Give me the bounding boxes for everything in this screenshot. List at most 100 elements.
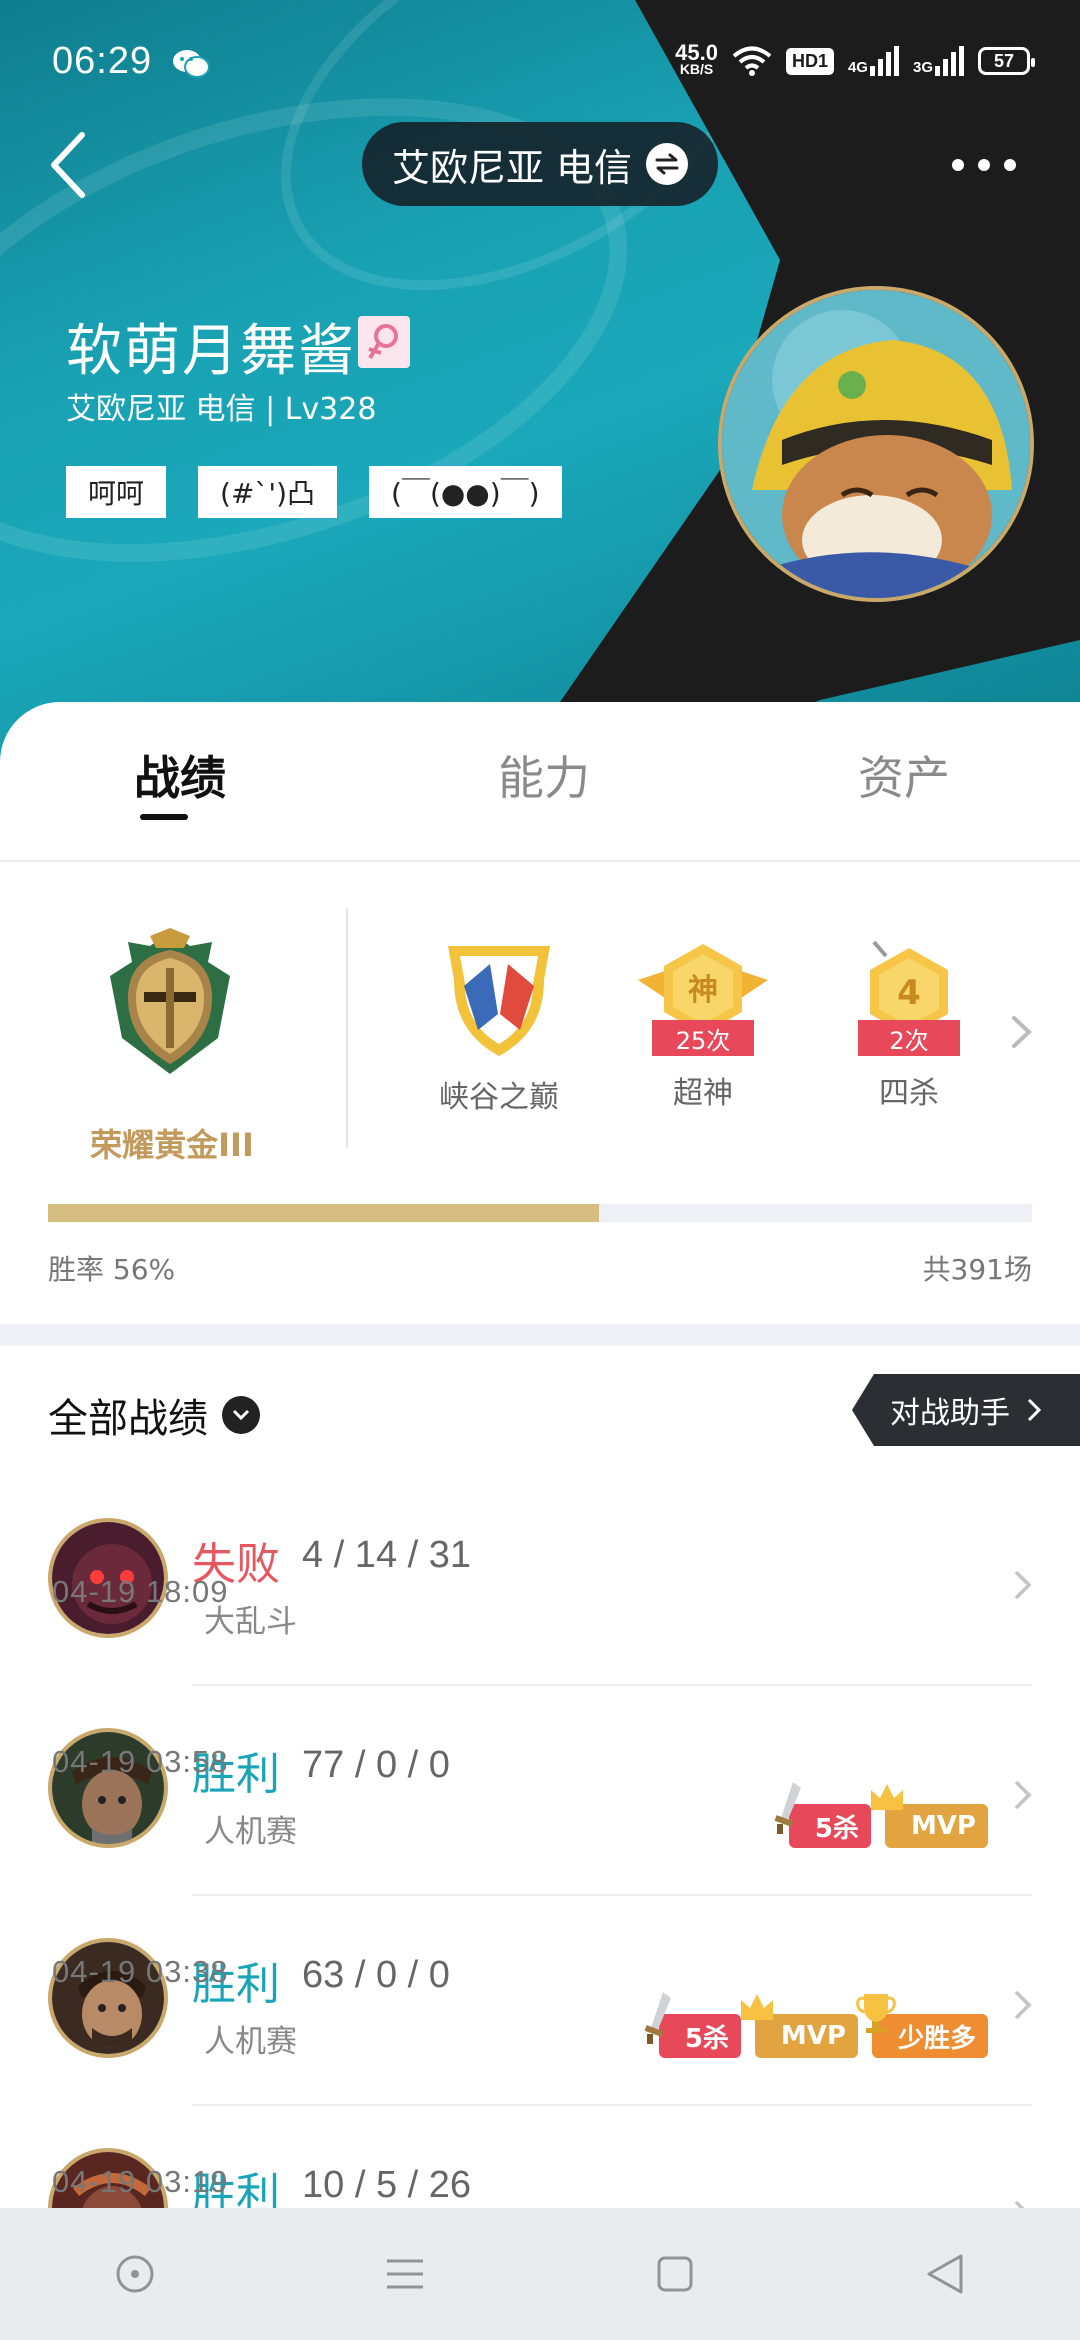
chevron-right-icon[interactable]: [1010, 1014, 1034, 1050]
badge-label: MVP: [910, 1811, 976, 1841]
signal-3g: 3G: [913, 46, 964, 76]
badge-label: 5杀: [814, 1813, 859, 1844]
status-bar: 06:29 45.0 KB/S HD1 4G 3G 57: [0, 0, 1080, 130]
rank-tier: 荣耀黄金III: [90, 1126, 254, 1164]
match-badges: 5杀 MVP: [774, 1782, 988, 1848]
battle-assistant-button[interactable]: 对战助手: [852, 1374, 1080, 1446]
back-nav-icon: [927, 2254, 963, 2294]
match-list-title: 全部战绩: [48, 1396, 208, 1442]
honor-name: 四杀: [879, 1076, 939, 1111]
nav-recent-button[interactable]: [635, 2234, 715, 2314]
profile-tag[interactable]: 呵呵: [66, 466, 167, 518]
status-time: 06:29: [52, 40, 153, 82]
more-icon: [978, 159, 990, 171]
recent-icon: [657, 2256, 693, 2292]
chevron-right-icon: [1027, 1398, 1042, 1422]
more-icon: [952, 159, 964, 171]
rank-section: 荣耀黄金III 峡谷之巅 神 25次 超神 4 2次 四杀 胜率 56% 共39…: [0, 864, 1080, 1324]
chevron-right-icon: [1014, 1990, 1032, 2020]
match-row[interactable]: 胜利 77 / 0 / 0 人机赛 04-19 03:58 5杀 MVP: [0, 1686, 1080, 1896]
honor-name: 峡谷之巅: [439, 1080, 559, 1115]
match-row[interactable]: 失败 4 / 14 / 31 大乱斗 04-19 18:09: [0, 1476, 1080, 1686]
profile-tag[interactable]: (#`')凸: [198, 466, 338, 518]
tab-ability[interactable]: 能力: [498, 742, 590, 808]
back-arrow-icon: [51, 132, 85, 198]
tab-indicator: [140, 814, 188, 820]
chevron-right-icon: [1014, 1780, 1032, 1810]
legendary-emblem-icon: 神 25次: [638, 940, 768, 1060]
match-mode: 人机赛: [204, 2024, 297, 2060]
nav-menu-button[interactable]: [365, 2234, 445, 2314]
match-kda: 4 / 14 / 31: [302, 1534, 472, 1576]
dropdown-icon: [222, 1396, 260, 1434]
username: 软萌月舞酱: [66, 319, 356, 384]
crown-icon: [870, 1784, 903, 1810]
tab-bar: 战绩 能力 资产: [0, 702, 1080, 862]
nav-home-button[interactable]: [95, 2234, 175, 2314]
honor-summit[interactable]: 峡谷之巅: [424, 940, 574, 1116]
match-list-header: 全部战绩 对战助手: [0, 1346, 1080, 1476]
match-filter-dropdown[interactable]: 全部战绩: [48, 1386, 260, 1444]
nav-back-button[interactable]: [905, 2234, 985, 2314]
back-button[interactable]: [38, 125, 98, 205]
net-speed-value: 45.0: [675, 40, 718, 65]
penta-kill-badge: 5杀: [644, 1992, 741, 2058]
penta-kill-badge: 5杀: [774, 1782, 871, 1848]
server-level: 艾欧尼亚 电信 | Lv328: [66, 392, 377, 427]
badge-label: 少胜多: [897, 2023, 976, 2054]
server-selector[interactable]: 艾欧尼亚 电信: [362, 122, 718, 206]
server-selector-label: 艾欧尼亚 电信: [391, 145, 633, 190]
wifi-icon: [732, 46, 772, 76]
match-time: 04-19 18:09: [52, 1574, 229, 1609]
crown-icon: [740, 1994, 773, 2020]
honor-legendary[interactable]: 神 25次 超神: [628, 940, 778, 1112]
net-speed: 45.0 KB/S: [675, 40, 718, 78]
quadra-emblem-icon: 4 2次: [844, 940, 974, 1060]
win-rate-label: 胜率 56%: [48, 1253, 176, 1286]
mvp-badge: MVP: [870, 1784, 988, 1848]
match-row[interactable]: 胜利 63 / 0 / 0 人机赛 04-19 03:38 5杀 MVP 少胜多: [0, 1896, 1080, 2106]
badge-label: 5杀: [684, 2023, 729, 2054]
match-badges: 5杀 MVP 少胜多: [644, 1992, 988, 2058]
battery-indicator: 57: [978, 47, 1035, 75]
sword-icon: [644, 1992, 671, 2044]
female-icon: [358, 316, 410, 368]
section-separator: [0, 1324, 1080, 1346]
honor-quadra[interactable]: 4 2次 四杀: [834, 940, 984, 1112]
win-rate-fill: [48, 1204, 600, 1222]
honor-count: 2次: [858, 1020, 960, 1056]
match-time: 04-19 03:58: [52, 1744, 229, 1779]
hd-indicator: HD1: [785, 47, 834, 75]
menu-icon: [387, 2259, 423, 2289]
swap-icon: [646, 143, 689, 185]
profile-tag[interactable]: (￣(●●)￣): [369, 466, 562, 518]
match-mode: 人机赛: [204, 1814, 297, 1850]
badge-label: MVP: [780, 2021, 846, 2051]
match-time: 04-19 03:19: [52, 2164, 229, 2199]
tab-assets[interactable]: 资产: [858, 742, 950, 808]
profile-avatar[interactable]: [718, 286, 1034, 602]
sword-icon: [774, 1782, 801, 1834]
match-time: 04-19 03:38: [52, 1954, 229, 1989]
profile-tags: 呵呵 (#`')凸 (￣(●●)￣): [66, 466, 562, 518]
summit-emblem-icon: [448, 946, 550, 1056]
honor-name: 超神: [673, 1076, 733, 1111]
tab-record[interactable]: 战绩: [134, 742, 226, 808]
rank-emblem-icon[interactable]: [100, 928, 240, 1078]
underdog-win-badge: 少胜多: [856, 1994, 988, 2058]
honor-emblem-text: 神: [688, 973, 718, 1008]
divider: [346, 908, 348, 1148]
wechat-icon: [173, 50, 210, 78]
champion-portrait: [722, 290, 1030, 598]
home-icon: [116, 2255, 154, 2293]
signal-4g: 4G: [848, 46, 899, 76]
total-games: 共391场: [922, 1253, 1032, 1286]
honor-emblem-text: 4: [897, 973, 921, 1013]
chevron-right-icon: [1014, 1570, 1032, 1600]
more-options-button[interactable]: [944, 140, 1024, 190]
mvp-badge: MVP: [740, 1994, 858, 2058]
signal-3g-label: 3G: [912, 59, 933, 76]
more-icon: [1004, 159, 1016, 171]
system-nav-bar: [0, 2208, 1080, 2340]
trophy-icon: [856, 1994, 896, 2033]
